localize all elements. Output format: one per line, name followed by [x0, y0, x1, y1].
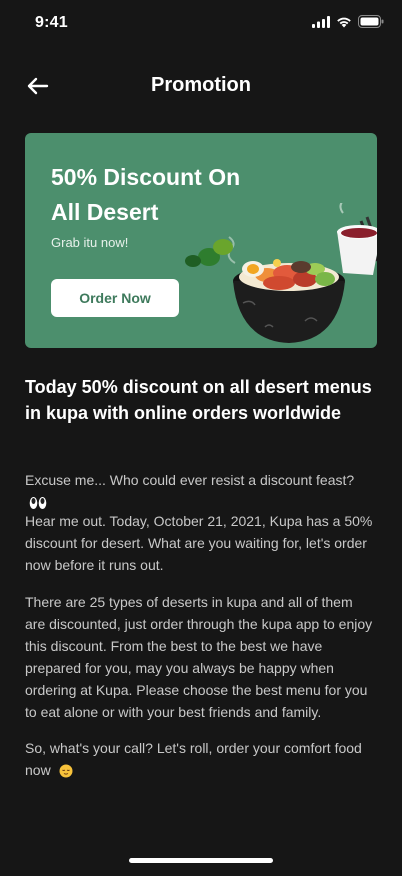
status-bar: 9:41 — [0, 0, 402, 48]
banner-subtitle: Grab itu now! — [51, 235, 129, 250]
article-paragraph: Hear me out. Today, October 21, 2021, Ku… — [25, 513, 373, 573]
signal-icon — [312, 15, 330, 28]
article-paragraph: There are 25 types of deserts in kupa an… — [25, 594, 373, 720]
article-headline: Today 50% discount on all desert menus i… — [25, 377, 372, 423]
home-indicator[interactable] — [129, 858, 273, 863]
battery-icon — [358, 15, 384, 28]
article-paragraph: So, what's your call? Let's roll, order … — [25, 737, 375, 781]
status-icons — [312, 15, 384, 28]
status-time: 9:41 — [35, 14, 68, 31]
promo-banner[interactable]: 50% Discount On All Desert Grab itu now!… — [25, 133, 377, 348]
order-now-button[interactable]: Order Now — [51, 279, 179, 317]
wifi-icon — [337, 17, 351, 27]
food-bowl-image — [185, 203, 377, 343]
paragraph-text: So, what's your call? Let's roll, order … — [25, 740, 362, 778]
paragraph-text: Excuse me... Who could ever resist a dis… — [25, 472, 355, 488]
relieved-face-emoji-icon — [59, 764, 73, 778]
page-title: Promotion — [151, 74, 251, 96]
header: Promotion — [0, 66, 402, 106]
eyes-emoji-icon — [29, 497, 47, 510]
article-paragraph: Excuse me... Who could ever resist a dis… — [25, 469, 375, 513]
